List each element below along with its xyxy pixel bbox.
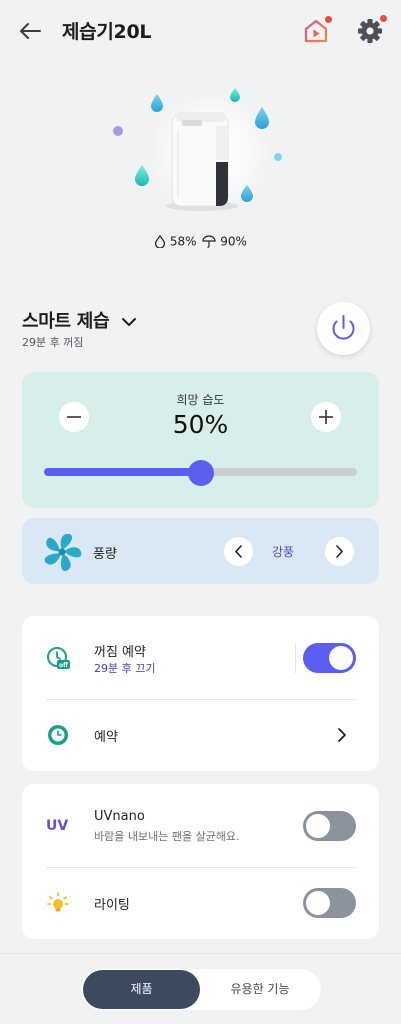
humidity-slider-fill bbox=[44, 468, 201, 476]
app-header: 제습기20L bbox=[0, 0, 401, 62]
chevron-left-icon bbox=[234, 545, 242, 558]
power-button[interactable] bbox=[317, 302, 370, 355]
humidity-slider-thumb[interactable] bbox=[187, 460, 214, 486]
fan-speed-label: 풍량 bbox=[93, 547, 117, 562]
lighting-title: 라이팅 bbox=[94, 898, 130, 913]
current-humidity: 58% bbox=[169, 234, 197, 249]
power-icon bbox=[332, 315, 355, 340]
dehumidifier-image bbox=[113, 88, 282, 211]
light-bulb-icon bbox=[47, 892, 69, 912]
environment-readings: 58% 90% bbox=[0, 234, 401, 249]
divider bbox=[46, 867, 355, 868]
toggle-knob bbox=[306, 814, 330, 838]
schedule-title: 예약 bbox=[94, 730, 118, 745]
extras-card: UV UVnano 바람을 내보내는 팬을 살균해요. 라이팅 bbox=[22, 784, 379, 939]
toggle-knob bbox=[329, 646, 353, 670]
toggle-knob bbox=[306, 891, 330, 915]
fan-speed-next-button[interactable] bbox=[325, 537, 354, 566]
fan-speed-card: 풍량 강풍 bbox=[22, 518, 379, 584]
uv-nano-description: 바람을 내보내는 팬을 살균해요. bbox=[94, 830, 240, 843]
svg-text:off: off bbox=[59, 662, 68, 669]
humidity-drop-icon bbox=[154, 234, 166, 249]
fan-speed-prev-button[interactable] bbox=[224, 537, 253, 566]
tab-product[interactable]: 제품 bbox=[83, 970, 200, 1009]
off-timer-subtitle: 29분 후 끄기 bbox=[94, 662, 156, 675]
chevron-right-icon bbox=[338, 728, 346, 742]
device-illustration bbox=[90, 80, 310, 230]
notification-dot bbox=[325, 16, 332, 23]
off-timer-title: 꺼짐 예약 bbox=[94, 645, 146, 660]
tab-switcher: 제품 유용한 기능 bbox=[81, 969, 321, 1010]
plus-icon bbox=[319, 410, 333, 424]
fan-icon bbox=[44, 533, 82, 572]
back-button[interactable] bbox=[16, 18, 46, 44]
off-timer-icon: off bbox=[47, 647, 70, 669]
tab-useful-features[interactable]: 유용한 기능 bbox=[201, 970, 319, 1009]
schedule-clock-icon bbox=[48, 725, 68, 745]
divider-vertical bbox=[295, 643, 296, 673]
umbrella-icon bbox=[202, 235, 217, 248]
arrow-left-icon bbox=[20, 23, 41, 39]
page-title: 제습기20L bbox=[62, 21, 152, 43]
target-humidity-card: 희망 습도 50% bbox=[22, 372, 379, 508]
fan-speed-value: 강풍 bbox=[272, 545, 295, 559]
lighting-toggle[interactable] bbox=[303, 888, 356, 918]
schedule-row[interactable]: 예약 bbox=[22, 700, 379, 771]
settings-button[interactable] bbox=[354, 15, 387, 47]
timer-card: off 꺼짐 예약 29분 후 끄기 예약 bbox=[22, 616, 379, 771]
chevron-right-icon bbox=[336, 545, 344, 558]
increase-humidity-button[interactable] bbox=[311, 402, 341, 432]
notification-dot bbox=[380, 15, 387, 22]
mode-selector[interactable]: 스마트 제습 bbox=[22, 307, 110, 333]
uv-nano-toggle[interactable] bbox=[303, 811, 356, 841]
decrease-humidity-button[interactable] bbox=[59, 402, 89, 432]
chevron-down-icon[interactable] bbox=[121, 313, 137, 326]
uv-icon: UV bbox=[46, 818, 69, 834]
minus-icon bbox=[67, 416, 81, 418]
off-timer-toggle[interactable] bbox=[303, 643, 356, 673]
mode-timer-text: 29분 후 꺼짐 bbox=[22, 336, 84, 349]
uv-nano-title: UVnano bbox=[94, 809, 145, 824]
rain-probability: 90% bbox=[220, 234, 247, 249]
video-guide-button[interactable] bbox=[300, 15, 332, 47]
